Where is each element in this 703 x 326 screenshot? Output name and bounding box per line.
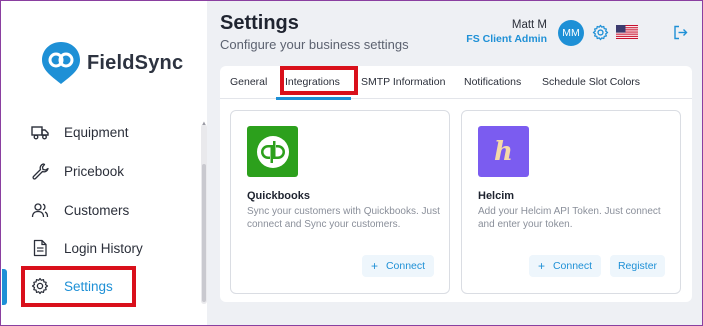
us-flag-icon[interactable] — [616, 25, 638, 39]
sidebar-item-label: Pricebook — [64, 163, 125, 179]
quickbooks-connect-button[interactable]: + Connect — [362, 255, 434, 277]
active-indicator — [2, 269, 7, 305]
button-label: Register — [617, 260, 658, 272]
helcim-register-button[interactable]: Register — [610, 255, 665, 277]
sidebar-item-label: Customers — [64, 202, 130, 218]
tab-schedule-slot-colors[interactable]: Schedule Slot Colors — [542, 76, 640, 88]
button-label: Connect — [385, 260, 426, 272]
sidebar-item-label: Login History — [64, 240, 143, 256]
sidebar-item-pricebook[interactable]: Pricebook — [31, 159, 124, 183]
user-role: FS Client Admin — [466, 33, 547, 45]
location-pin-logo-icon — [42, 42, 80, 84]
integration-description: Add your Helcim API Token. Just connect … — [478, 206, 661, 230]
user-name: Matt M — [511, 19, 547, 31]
sidebar-item-login-history[interactable]: Login History — [31, 236, 143, 260]
tab-notifications[interactable]: Notifications — [464, 76, 521, 88]
integration-card-quickbooks: Quickbooks Sync your customers with Quic… — [230, 110, 450, 294]
sidebar-item-customers[interactable]: Customers — [31, 198, 129, 222]
settings-highlight-box — [21, 266, 136, 307]
page-title: Settings — [220, 12, 299, 34]
page-subtitle: Configure your business settings — [220, 37, 409, 52]
users-icon — [31, 203, 49, 218]
helcim-logo-icon: h — [478, 126, 529, 177]
integration-name: Quickbooks — [247, 190, 310, 202]
brand-logo[interactable]: FieldSync — [41, 41, 183, 85]
button-label: Connect — [552, 260, 593, 272]
integration-name: Helcim — [478, 190, 515, 202]
gear-icon[interactable] — [592, 24, 609, 41]
helcim-connect-button[interactable]: + Connect — [529, 255, 601, 277]
quickbooks-logo-icon — [247, 126, 298, 177]
brand-name: FieldSync — [87, 51, 184, 74]
sidebar-scrollbar-thumb[interactable] — [202, 164, 206, 302]
sidebar-item-equipment[interactable]: Equipment — [31, 120, 129, 144]
document-icon — [33, 239, 47, 257]
main-content: Settings Configure your business setting… — [207, 1, 702, 325]
tab-general[interactable]: General — [230, 76, 267, 88]
wrench-icon — [32, 163, 49, 180]
sidebar-item-label: Equipment — [64, 124, 129, 140]
active-tab-underline — [276, 97, 351, 100]
plus-icon: + — [537, 259, 545, 273]
tab-smtp-information[interactable]: SMTP Information — [361, 76, 445, 88]
integration-description: Sync your customers with Quickbooks. Jus… — [247, 206, 440, 230]
logout-icon[interactable] — [673, 25, 688, 40]
avatar[interactable]: MM — [558, 20, 584, 46]
settings-panel: General Integrations SMTP Information No… — [220, 66, 692, 302]
integrations-highlight-box — [280, 66, 358, 95]
plus-icon: + — [370, 259, 378, 273]
helcim-logo-glyph: h — [494, 136, 513, 167]
truck-icon — [31, 126, 49, 140]
integration-card-helcim: h Helcim Add your Helcim API Token. Just… — [461, 110, 681, 294]
